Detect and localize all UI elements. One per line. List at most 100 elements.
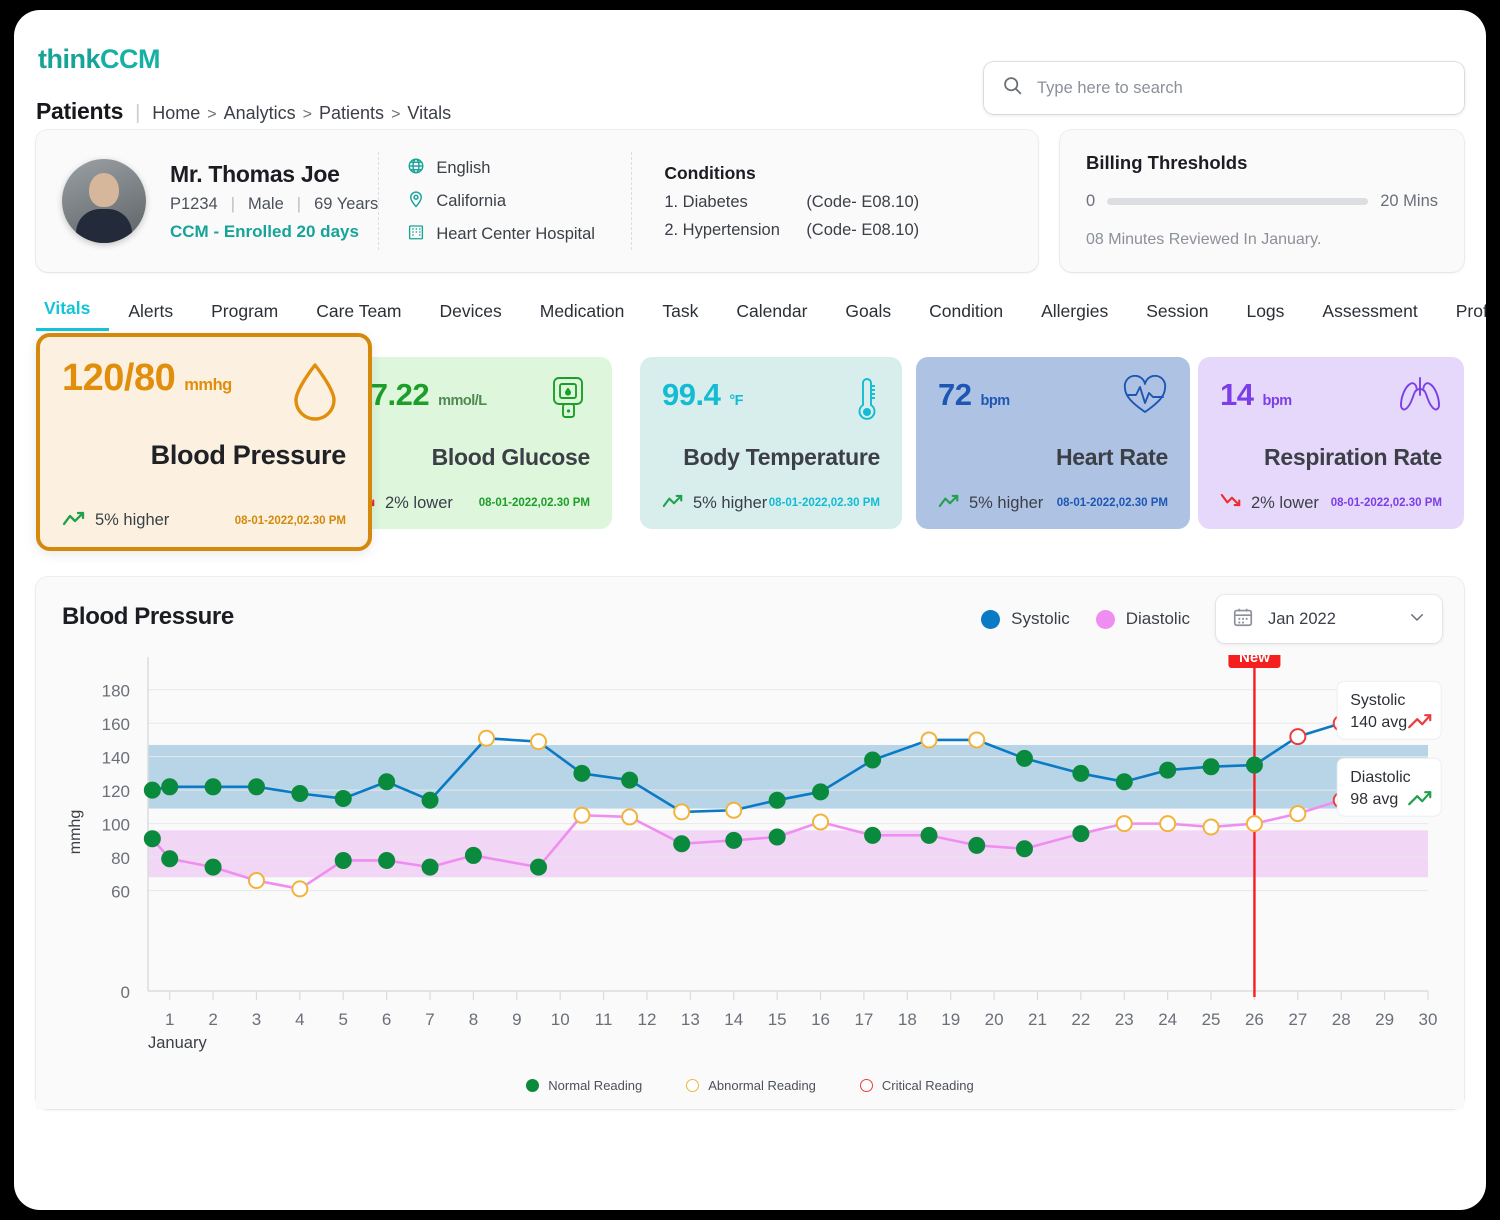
tab-profile[interactable]: Profile bbox=[1437, 301, 1486, 331]
data-point-normal bbox=[574, 765, 590, 781]
vitals-card-row: 97.22 mmol/L Blood Glucose 2% lower 08-0… bbox=[36, 345, 1464, 555]
breadcrumb-item-vitals[interactable]: Vitals bbox=[407, 103, 451, 124]
legend-critical-reading: Critical Reading bbox=[860, 1078, 974, 1093]
hospital-icon bbox=[407, 223, 425, 246]
vital-unit: bpm bbox=[1262, 393, 1291, 409]
y-axis-title: mmhg bbox=[67, 810, 84, 854]
svg-text:Systolic: Systolic bbox=[1350, 692, 1405, 709]
page-title: Patients bbox=[36, 98, 123, 125]
logo-text-1: think bbox=[38, 44, 100, 74]
vital-card-blood-glucose[interactable]: 97.22 mmol/L Blood Glucose 2% lower 08-0… bbox=[332, 357, 612, 529]
y-tick-label: 80 bbox=[111, 849, 130, 868]
legend-dot-diastolic bbox=[1096, 610, 1115, 629]
x-tick-label: 13 bbox=[681, 1010, 700, 1029]
legend-label: Abnormal Reading bbox=[708, 1078, 816, 1093]
data-point-abnormal bbox=[531, 734, 546, 749]
tab-session[interactable]: Session bbox=[1127, 301, 1227, 331]
x-tick-label: 19 bbox=[941, 1010, 960, 1029]
data-point-abnormal bbox=[1160, 816, 1175, 831]
tab-allergies[interactable]: Allergies bbox=[1022, 301, 1127, 331]
tab-program[interactable]: Program bbox=[192, 301, 297, 331]
patient-details-list: English California Heart Center Hospital bbox=[379, 157, 631, 246]
vital-footer: 2% lower 08-01-2022,02.30 PM bbox=[354, 493, 590, 513]
line-chart-plot[interactable]: 06080100120140160180mmhg1234567891011121… bbox=[36, 655, 1464, 1109]
data-point-normal bbox=[726, 832, 742, 848]
avatar bbox=[62, 159, 146, 243]
data-point-normal bbox=[248, 779, 264, 795]
y-tick-label: 140 bbox=[102, 749, 130, 768]
app-logo[interactable]: thinkCCM bbox=[38, 44, 160, 75]
search-input[interactable] bbox=[1037, 79, 1446, 98]
condition-name: 1. Diabetes bbox=[664, 193, 806, 212]
tab-condition[interactable]: Condition bbox=[910, 301, 1022, 331]
x-tick-label: 27 bbox=[1288, 1010, 1307, 1029]
y-tick-label: 100 bbox=[102, 816, 130, 835]
tab-care-team[interactable]: Care Team bbox=[297, 301, 420, 331]
vital-card-blood-pressure[interactable]: 120/80 mmhg Blood Pressure 5% higher 08-… bbox=[36, 333, 372, 551]
trend-up-icon bbox=[662, 493, 684, 513]
data-point-abnormal bbox=[622, 809, 637, 824]
breadcrumb-item-analytics[interactable]: Analytics bbox=[224, 103, 296, 124]
trend-up-icon bbox=[62, 510, 86, 531]
vital-label: Blood Pressure bbox=[151, 440, 346, 471]
tab-medication[interactable]: Medication bbox=[521, 301, 644, 331]
tab-devices[interactable]: Devices bbox=[421, 301, 521, 331]
data-point-critical bbox=[1290, 729, 1305, 744]
data-point-normal bbox=[813, 784, 829, 800]
language-label: English bbox=[436, 159, 490, 178]
trend-label: 2% lower bbox=[385, 494, 453, 513]
breadcrumb-item-home[interactable]: Home bbox=[152, 103, 200, 124]
x-tick-label: 18 bbox=[898, 1010, 917, 1029]
blood-drop-icon bbox=[288, 361, 342, 428]
vital-label: Blood Glucose bbox=[432, 444, 590, 471]
y-tick-label: 160 bbox=[102, 715, 130, 734]
x-tick-label: 28 bbox=[1332, 1010, 1351, 1029]
vital-card-respiration-rate[interactable]: 14 bpm Respiration Rate 2% lower 08-01-2… bbox=[1198, 357, 1464, 529]
vital-card-body-temperature[interactable]: 99.4 °F Body Temperature 5% higher 08-01… bbox=[640, 357, 902, 529]
tab-bar: VitalsAlertsProgramCare TeamDevicesMedic… bbox=[36, 298, 1486, 331]
vital-timestamp: 08-01-2022,02.30 PM bbox=[235, 515, 346, 527]
tab-goals[interactable]: Goals bbox=[826, 301, 910, 331]
vital-value: 14 bbox=[1220, 377, 1253, 413]
data-point-normal bbox=[162, 779, 178, 795]
data-point-normal bbox=[769, 792, 785, 808]
condition-name: 2. Hypertension bbox=[664, 221, 806, 240]
condition-code: (Code- E08.10) bbox=[806, 193, 919, 212]
tab-alerts[interactable]: Alerts bbox=[109, 301, 192, 331]
chart-x-axis-label: January bbox=[148, 1034, 207, 1053]
breadcrumb-item-patients[interactable]: Patients bbox=[319, 103, 384, 124]
x-tick-label: 5 bbox=[339, 1010, 348, 1029]
data-point-normal bbox=[622, 772, 638, 788]
vital-card-heart-rate[interactable]: 72 bpm Heart Rate 5% higher 08-01-2022,0… bbox=[916, 357, 1190, 529]
search-bar[interactable] bbox=[984, 62, 1464, 114]
vital-timestamp: 08-01-2022,02.30 PM bbox=[479, 497, 590, 509]
svg-text:98 avg: 98 avg bbox=[1350, 791, 1398, 808]
vital-unit: bpm bbox=[980, 393, 1009, 409]
tab-logs[interactable]: Logs bbox=[1227, 301, 1303, 331]
trend-label: 5% higher bbox=[95, 511, 169, 530]
legend-abnormal-reading: Abnormal Reading bbox=[686, 1078, 816, 1093]
calendar-icon bbox=[1232, 606, 1254, 633]
data-point-normal bbox=[205, 859, 221, 875]
data-point-abnormal bbox=[1290, 806, 1305, 821]
patient-detail-hospital: Heart Center Hospital bbox=[407, 223, 631, 246]
data-point-abnormal bbox=[674, 804, 689, 819]
date-range-picker[interactable]: Jan 2022 bbox=[1216, 595, 1442, 643]
vital-footer: 5% higher 08-01-2022,02.30 PM bbox=[662, 493, 880, 513]
tab-assessment[interactable]: Assessment bbox=[1303, 301, 1436, 331]
chevron-down-icon[interactable] bbox=[1408, 608, 1426, 631]
patient-identity: Mr. Thomas Joe P1234 | Male | 69 Years C… bbox=[170, 161, 378, 242]
patient-summary-card: Mr. Thomas Joe P1234 | Male | 69 Years C… bbox=[36, 130, 1038, 272]
data-point-normal bbox=[1246, 757, 1262, 773]
patient-meta: P1234 | Male | 69 Years bbox=[170, 195, 378, 214]
data-point-normal bbox=[422, 792, 438, 808]
data-point-normal bbox=[292, 786, 308, 802]
tab-vitals[interactable]: Vitals bbox=[36, 298, 109, 331]
data-point-normal bbox=[1160, 762, 1176, 778]
tab-calendar[interactable]: Calendar bbox=[717, 301, 826, 331]
patient-detail-location: California bbox=[407, 190, 631, 213]
data-point-normal bbox=[865, 827, 881, 843]
legend-item-systolic: Systolic bbox=[981, 609, 1070, 629]
y-tick-label: 120 bbox=[102, 782, 130, 801]
tab-task[interactable]: Task bbox=[643, 301, 717, 331]
